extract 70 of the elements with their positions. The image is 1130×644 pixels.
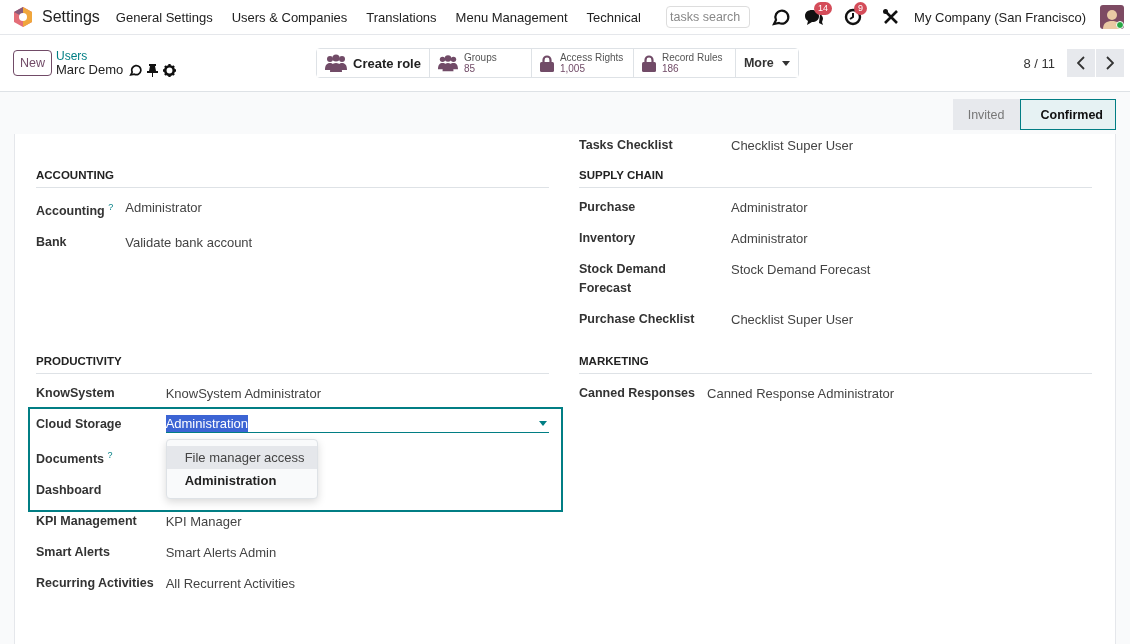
breadcrumb-link[interactable]: Users <box>56 49 177 63</box>
field-value: Smart Alerts Admin <box>165 545 277 561</box>
people-icon <box>437 54 458 72</box>
lock-icon <box>539 54 554 72</box>
menu-item[interactable]: Menu Management <box>455 9 568 25</box>
chevron-left-icon <box>1077 56 1085 70</box>
dropdown-option[interactable]: File manager access <box>166 446 317 469</box>
gear-icon[interactable] <box>163 63 177 77</box>
app-logo-icon[interactable] <box>12 6 34 28</box>
status-stage[interactable]: Confirmed <box>1019 99 1116 130</box>
field-label: Recurring Activities <box>36 576 154 591</box>
field-label: Bank <box>36 235 67 250</box>
count-badge: 9 <box>854 2 868 15</box>
chevron-right-icon <box>1106 56 1114 70</box>
menu-item[interactable]: Technical <box>586 9 641 25</box>
company-switcher[interactable]: My Company (San Francisco) <box>914 9 1086 25</box>
field-value: KnowSystem Administrator <box>165 386 321 401</box>
pager-value: 8 / 11 <box>1023 55 1055 71</box>
field-label: Documents $^{?}$ <box>36 452 113 467</box>
field-label: Accounting $^{?}$ <box>36 204 114 219</box>
field-value: Administrator <box>125 200 202 215</box>
menu-item[interactable]: Translations <box>366 9 437 25</box>
help-mark[interactable]: ? <box>108 202 114 212</box>
field-label: Smart Alerts <box>36 545 110 560</box>
lock-icon <box>641 54 656 72</box>
field-label: Dashboard <box>36 483 102 498</box>
help-mark[interactable]: ? <box>107 450 113 460</box>
field-value: Administrator <box>731 231 808 246</box>
field-value: Validate bank account <box>125 235 253 251</box>
field-value: Checklist Super User <box>731 137 855 155</box>
field-label: Cloud Storage <box>36 417 122 431</box>
caret-icon <box>781 60 790 66</box>
field-value: KPI Manager <box>165 514 242 530</box>
previous-button[interactable] <box>1067 49 1095 77</box>
group-title: PRODUCTIVITY <box>36 345 549 374</box>
field-label: Canned Responses <box>579 386 695 400</box>
field-value: All Recurrent Activities <box>165 576 295 592</box>
user-avatar-icon[interactable] <box>1100 5 1124 29</box>
field-label: Purchase Checklist <box>579 312 695 326</box>
group-title: SUPPLY CHAIN <box>579 159 1092 188</box>
people-icon <box>325 54 347 72</box>
field-value: Administrator <box>731 200 808 215</box>
caret-icon <box>539 421 547 426</box>
field-label: KPI Management <box>36 514 137 529</box>
chat-bubble-icon[interactable] <box>128 63 143 77</box>
field-value: Canned Response Administrator <box>707 386 895 401</box>
field-label: Stock Demand Forecast <box>579 262 666 295</box>
chat-bubble-icon[interactable] <box>770 7 791 27</box>
menu-item[interactable]: General Settings <box>115 9 213 25</box>
field-value: Checklist Super User <box>731 312 854 327</box>
group-title: MARKETING <box>579 345 1092 374</box>
group-title: ACCOUNTING <box>36 159 549 188</box>
select-field[interactable]: Administration <box>165 415 549 433</box>
tools-icon[interactable] <box>882 8 901 26</box>
create-role-button[interactable]: Create role <box>317 49 430 77</box>
menu-item[interactable]: Users & Companies <box>231 9 348 25</box>
status-stage[interactable]: Invited <box>952 99 1020 130</box>
pin-icon[interactable] <box>147 63 159 77</box>
record-name: Marc Demo <box>56 63 124 77</box>
field-value: Stock Demand Forecast <box>731 262 871 277</box>
field-label: Purchase <box>579 200 636 214</box>
field-label: Inventory <box>579 231 636 245</box>
count-badge: 14 <box>814 2 833 15</box>
field-label: Tasks Checklist <box>579 137 674 154</box>
search-field[interactable]: tasks search <box>666 6 751 28</box>
field-label: KnowSystem <box>36 386 115 400</box>
app-name[interactable]: Settings <box>42 8 100 26</box>
dropdown-option[interactable]: Administration <box>166 469 317 492</box>
next-button[interactable] <box>1096 49 1124 77</box>
new-button[interactable]: New <box>13 50 52 76</box>
